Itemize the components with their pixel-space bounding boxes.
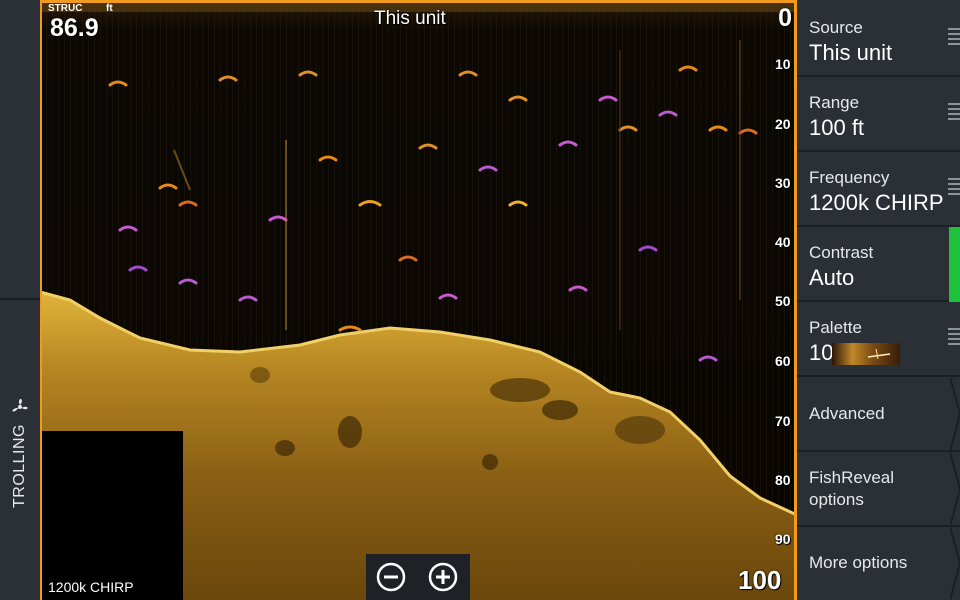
depth-tick: 80 — [775, 472, 791, 488]
depth-scale-bottom: 100 — [738, 565, 782, 595]
propeller-icon — [12, 398, 28, 412]
palette-swatch-icon — [832, 343, 900, 365]
drag-handle-icon — [948, 103, 960, 123]
zoom-controls — [366, 554, 470, 600]
menu-item-frequency[interactable]: Frequency 1200k CHIRP — [797, 152, 960, 227]
menu-item-source[interactable]: Source This unit — [797, 0, 960, 77]
depth-tick: 10 — [775, 56, 791, 72]
menu-item-more-options[interactable]: More options — [797, 527, 960, 600]
depth-tick: 20 — [775, 116, 791, 132]
chevron-right-icon — [950, 377, 960, 452]
drag-handle-icon — [948, 178, 960, 198]
depth-scale-top: 0 — [778, 4, 792, 32]
range-label: Range — [809, 93, 860, 112]
depth-tick: 70 — [775, 413, 791, 429]
view-label: STRUC — [48, 3, 83, 14]
sonar-source-title: This unit — [374, 8, 446, 29]
contrast-indicator-bar — [949, 227, 960, 302]
zoom-in-icon[interactable] — [428, 562, 458, 592]
depth-tick: 50 — [775, 293, 791, 309]
depth-tick: 40 — [775, 234, 791, 250]
fishreveal-options-label: FishReveal options — [809, 468, 895, 509]
palette-label: Palette — [809, 318, 862, 337]
range-value: 100 ft — [809, 115, 865, 140]
source-value: This unit — [809, 40, 893, 65]
menu-item-advanced[interactable]: Advanced — [797, 377, 960, 452]
contrast-value: Auto — [809, 265, 855, 290]
temperature-readout: 86.9 — [50, 14, 99, 42]
frequency-readout: 1200k CHIRP — [48, 579, 134, 595]
menu-item-fishreveal-options[interactable]: FishReveal options — [797, 452, 960, 527]
chevron-right-icon — [950, 452, 960, 527]
menu-item-contrast[interactable]: Contrast Auto — [797, 227, 960, 302]
depth-tick: 90 — [775, 531, 791, 547]
left-bar-divider — [0, 298, 40, 300]
overlay-black-box — [42, 431, 183, 600]
contrast-label: Contrast — [809, 243, 874, 262]
menu-item-palette[interactable]: Palette 10 — [797, 302, 960, 377]
sonar-menu: Source This unit Range 100 ft Frequency … — [797, 0, 960, 600]
temperature-unit: ft — [106, 3, 113, 14]
chevron-right-icon — [950, 527, 960, 600]
depth-tick: 60 — [775, 353, 791, 369]
trolling-mode-button[interactable]: TROLLING — [0, 390, 40, 520]
more-options-label: More options — [809, 553, 908, 572]
depth-tick: 30 — [775, 175, 791, 191]
palette-value: 10 — [809, 340, 834, 365]
frequency-label: Frequency — [809, 168, 890, 187]
frequency-value: 1200k CHIRP — [809, 190, 944, 215]
drag-handle-icon — [948, 328, 960, 348]
menu-item-range[interactable]: Range 100 ft — [797, 77, 960, 152]
trolling-label: TROLLING — [11, 423, 28, 509]
left-mode-bar: TROLLING — [0, 0, 40, 600]
source-label: Source — [809, 18, 863, 37]
zoom-out-icon[interactable] — [376, 562, 406, 592]
drag-handle-icon — [948, 28, 960, 48]
advanced-label: Advanced — [809, 404, 885, 423]
